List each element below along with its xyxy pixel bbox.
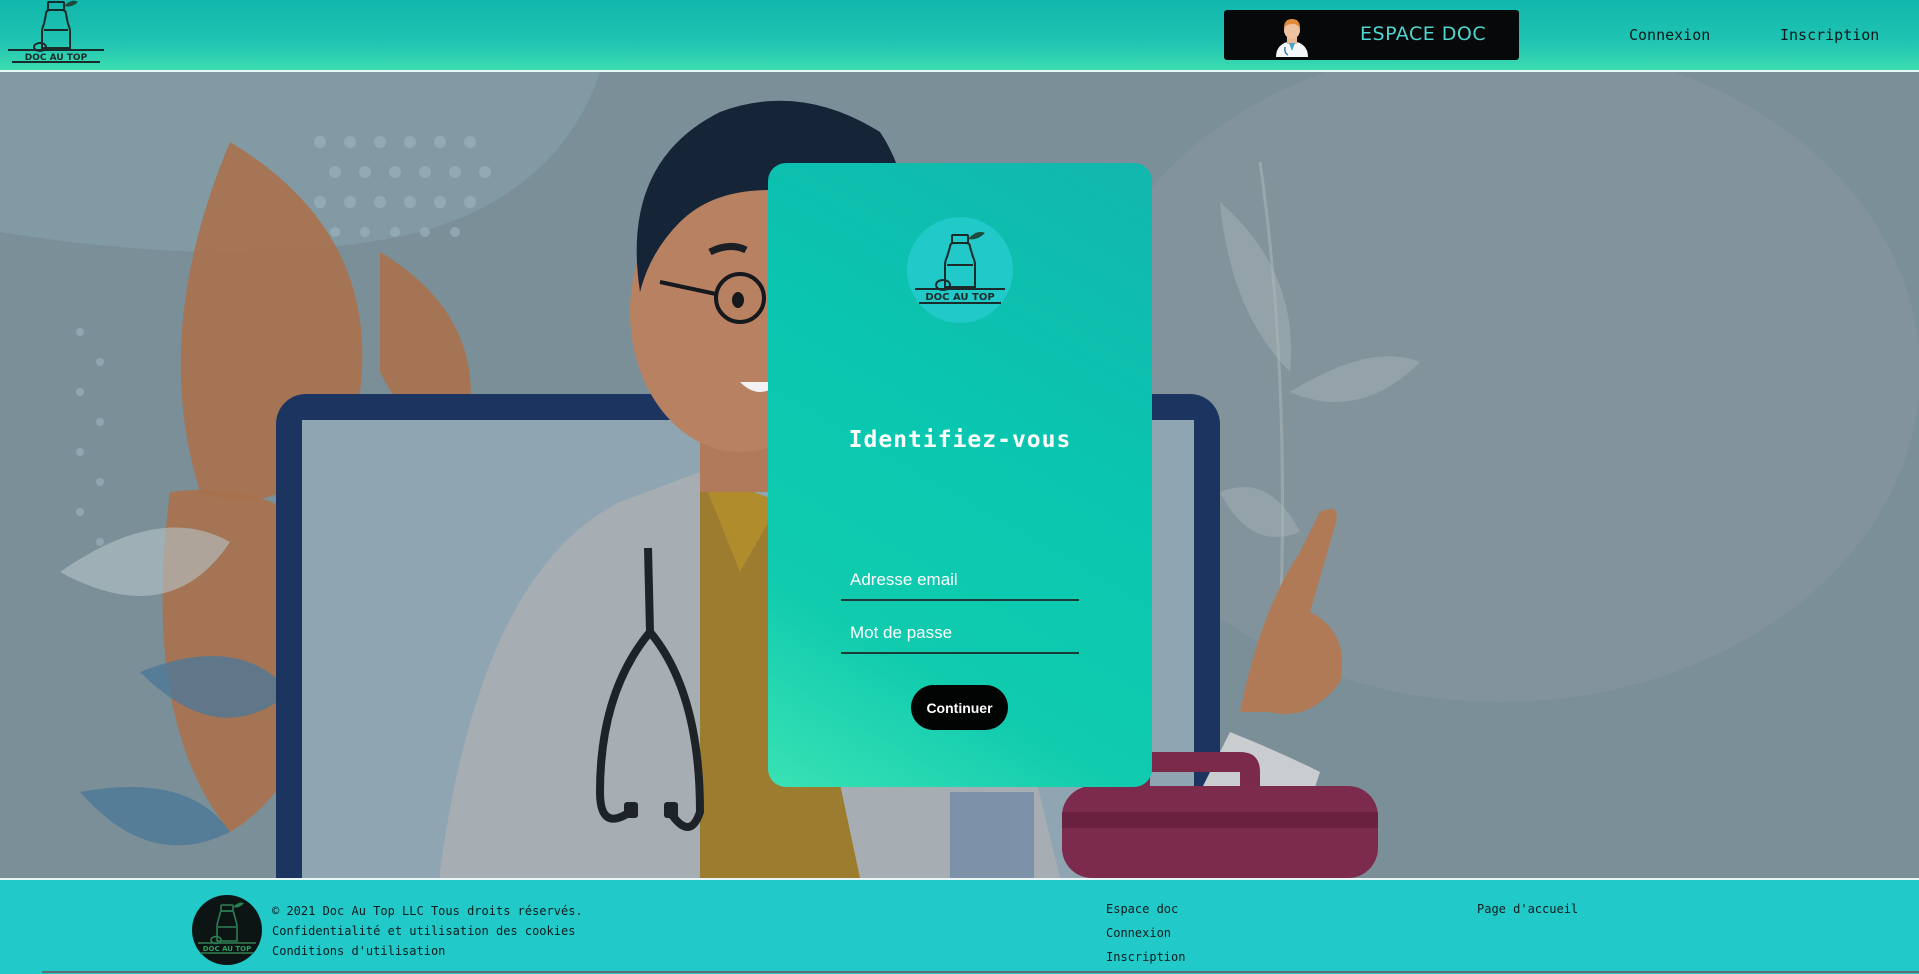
nav-connexion-link[interactable]: Connexion [1629, 26, 1710, 44]
espace-doc-button[interactable]: ESPACE DOC [1224, 10, 1519, 60]
footer-link-accueil[interactable]: Page d'accueil [1477, 902, 1578, 916]
logo-icon[interactable]: DOC AU TOP [8, 0, 104, 68]
password-input[interactable] [841, 614, 1079, 654]
doctor-avatar-icon [1276, 19, 1308, 57]
logo-icon: DOC AU TOP [907, 217, 1013, 323]
site-footer: DOC AU TOP © 2021 Doc Au Top LLC Tous dr… [0, 878, 1919, 974]
espace-doc-label: ESPACE DOC [1360, 23, 1487, 45]
login-card: DOC AU TOP Identifiez-vous Continuer [768, 163, 1152, 787]
logo-text: DOC AU TOP [25, 53, 88, 63]
card-logo-text: DOC AU TOP [925, 292, 994, 303]
footer-link-inscription[interactable]: Inscription [1106, 950, 1185, 964]
footer-copyright: © 2021 Doc Au Top LLC Tous droits réserv… [272, 904, 583, 918]
footer-link-connexion[interactable]: Connexion [1106, 926, 1171, 940]
footer-divider [42, 971, 1919, 973]
continue-button[interactable]: Continuer [911, 685, 1008, 730]
footer-logo-text: DOC AU TOP [203, 945, 252, 953]
login-title: Identifiez-vous [848, 427, 1072, 453]
logo-icon[interactable]: DOC AU TOP [192, 895, 262, 965]
footer-terms-link[interactable]: Conditions d'utilisation [272, 944, 445, 958]
nav-inscription-link[interactable]: Inscription [1780, 26, 1879, 44]
footer-cookies-link[interactable]: Confidentialité et utilisation des cooki… [272, 924, 575, 938]
footer-link-espace-doc[interactable]: Espace doc [1106, 902, 1178, 916]
email-input[interactable] [841, 561, 1079, 601]
site-header: DOC AU TOP ESPACE DOC Connexion Inscript… [0, 0, 1919, 72]
